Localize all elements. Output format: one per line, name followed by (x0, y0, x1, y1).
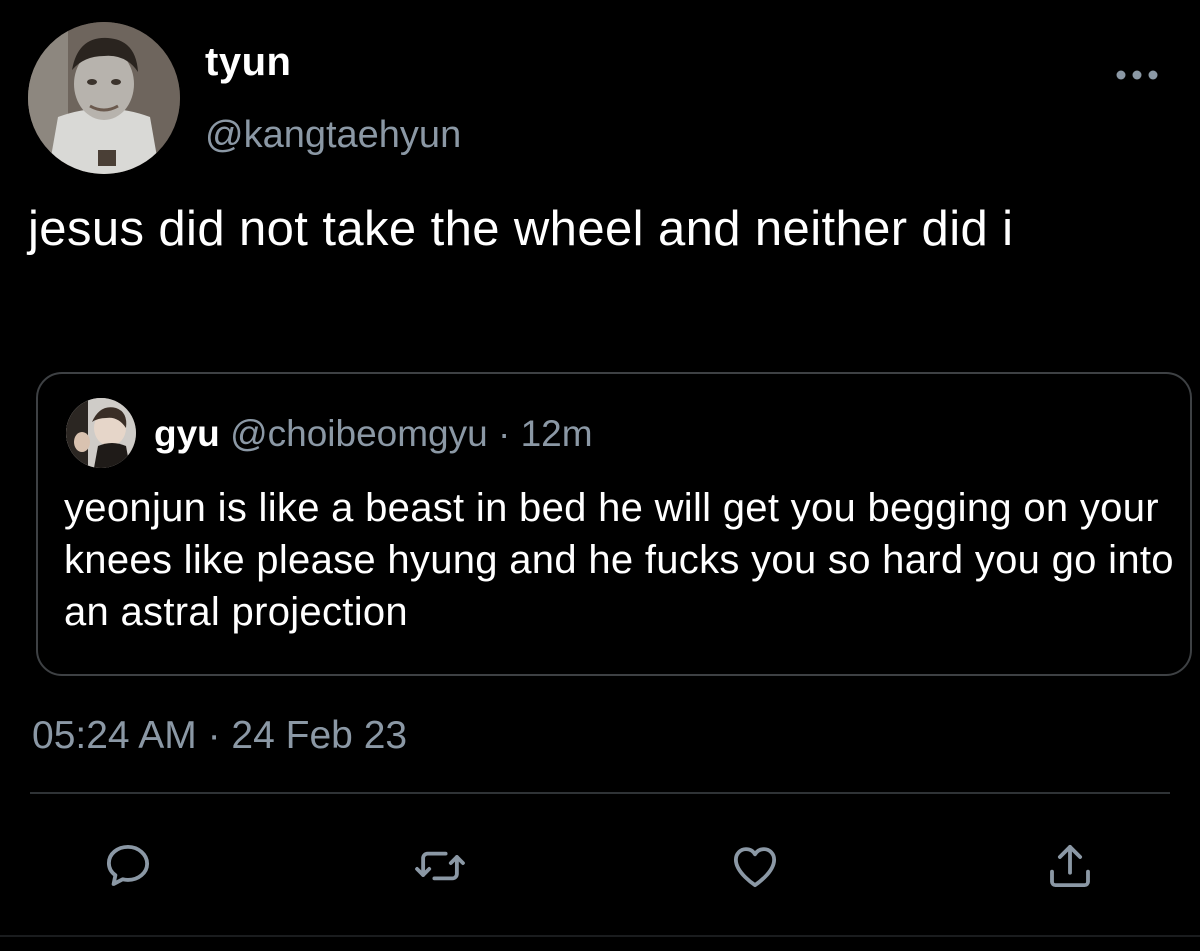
quoted-avatar-image (66, 398, 136, 468)
quoted-meta-separator: · (498, 413, 511, 454)
quoted-time-ago: 12m (520, 413, 593, 454)
bottom-divider (0, 935, 1200, 937)
reply-button[interactable] (98, 836, 158, 896)
tweet-timestamp[interactable]: 05:24 AM · 24 Feb 23 (32, 712, 407, 760)
reply-icon (106, 844, 150, 886)
quoted-tweet-text: yeonjun is like a beast in bed he will g… (64, 486, 1174, 634)
share-icon (1050, 844, 1090, 888)
author-handle[interactable]: @kangtaehyun (205, 112, 461, 158)
quoted-author-display-name: gyu (154, 413, 220, 454)
divider (30, 792, 1170, 794)
quoted-author-avatar (66, 398, 136, 468)
retweet-icon (415, 851, 465, 881)
like-icon (733, 847, 777, 888)
quoted-tweet-header: gyu @choibeomgyu · 12m (154, 412, 593, 456)
share-button[interactable] (1040, 836, 1100, 896)
tweet-text: jesus did not take the wheel and neither… (28, 202, 1014, 256)
avatar-image (28, 22, 180, 174)
quoted-tweet-card[interactable]: gyu @choibeomgyu · 12m yeonjun is like a… (36, 372, 1192, 676)
author-avatar[interactable] (28, 22, 180, 174)
retweet-button[interactable] (410, 836, 470, 896)
more-options-button[interactable] (1112, 55, 1162, 95)
quoted-author-handle: @choibeomgyu (230, 413, 488, 454)
author-display-name[interactable]: tyun (205, 38, 291, 86)
more-icon (1116, 70, 1158, 80)
like-button[interactable] (725, 836, 785, 896)
